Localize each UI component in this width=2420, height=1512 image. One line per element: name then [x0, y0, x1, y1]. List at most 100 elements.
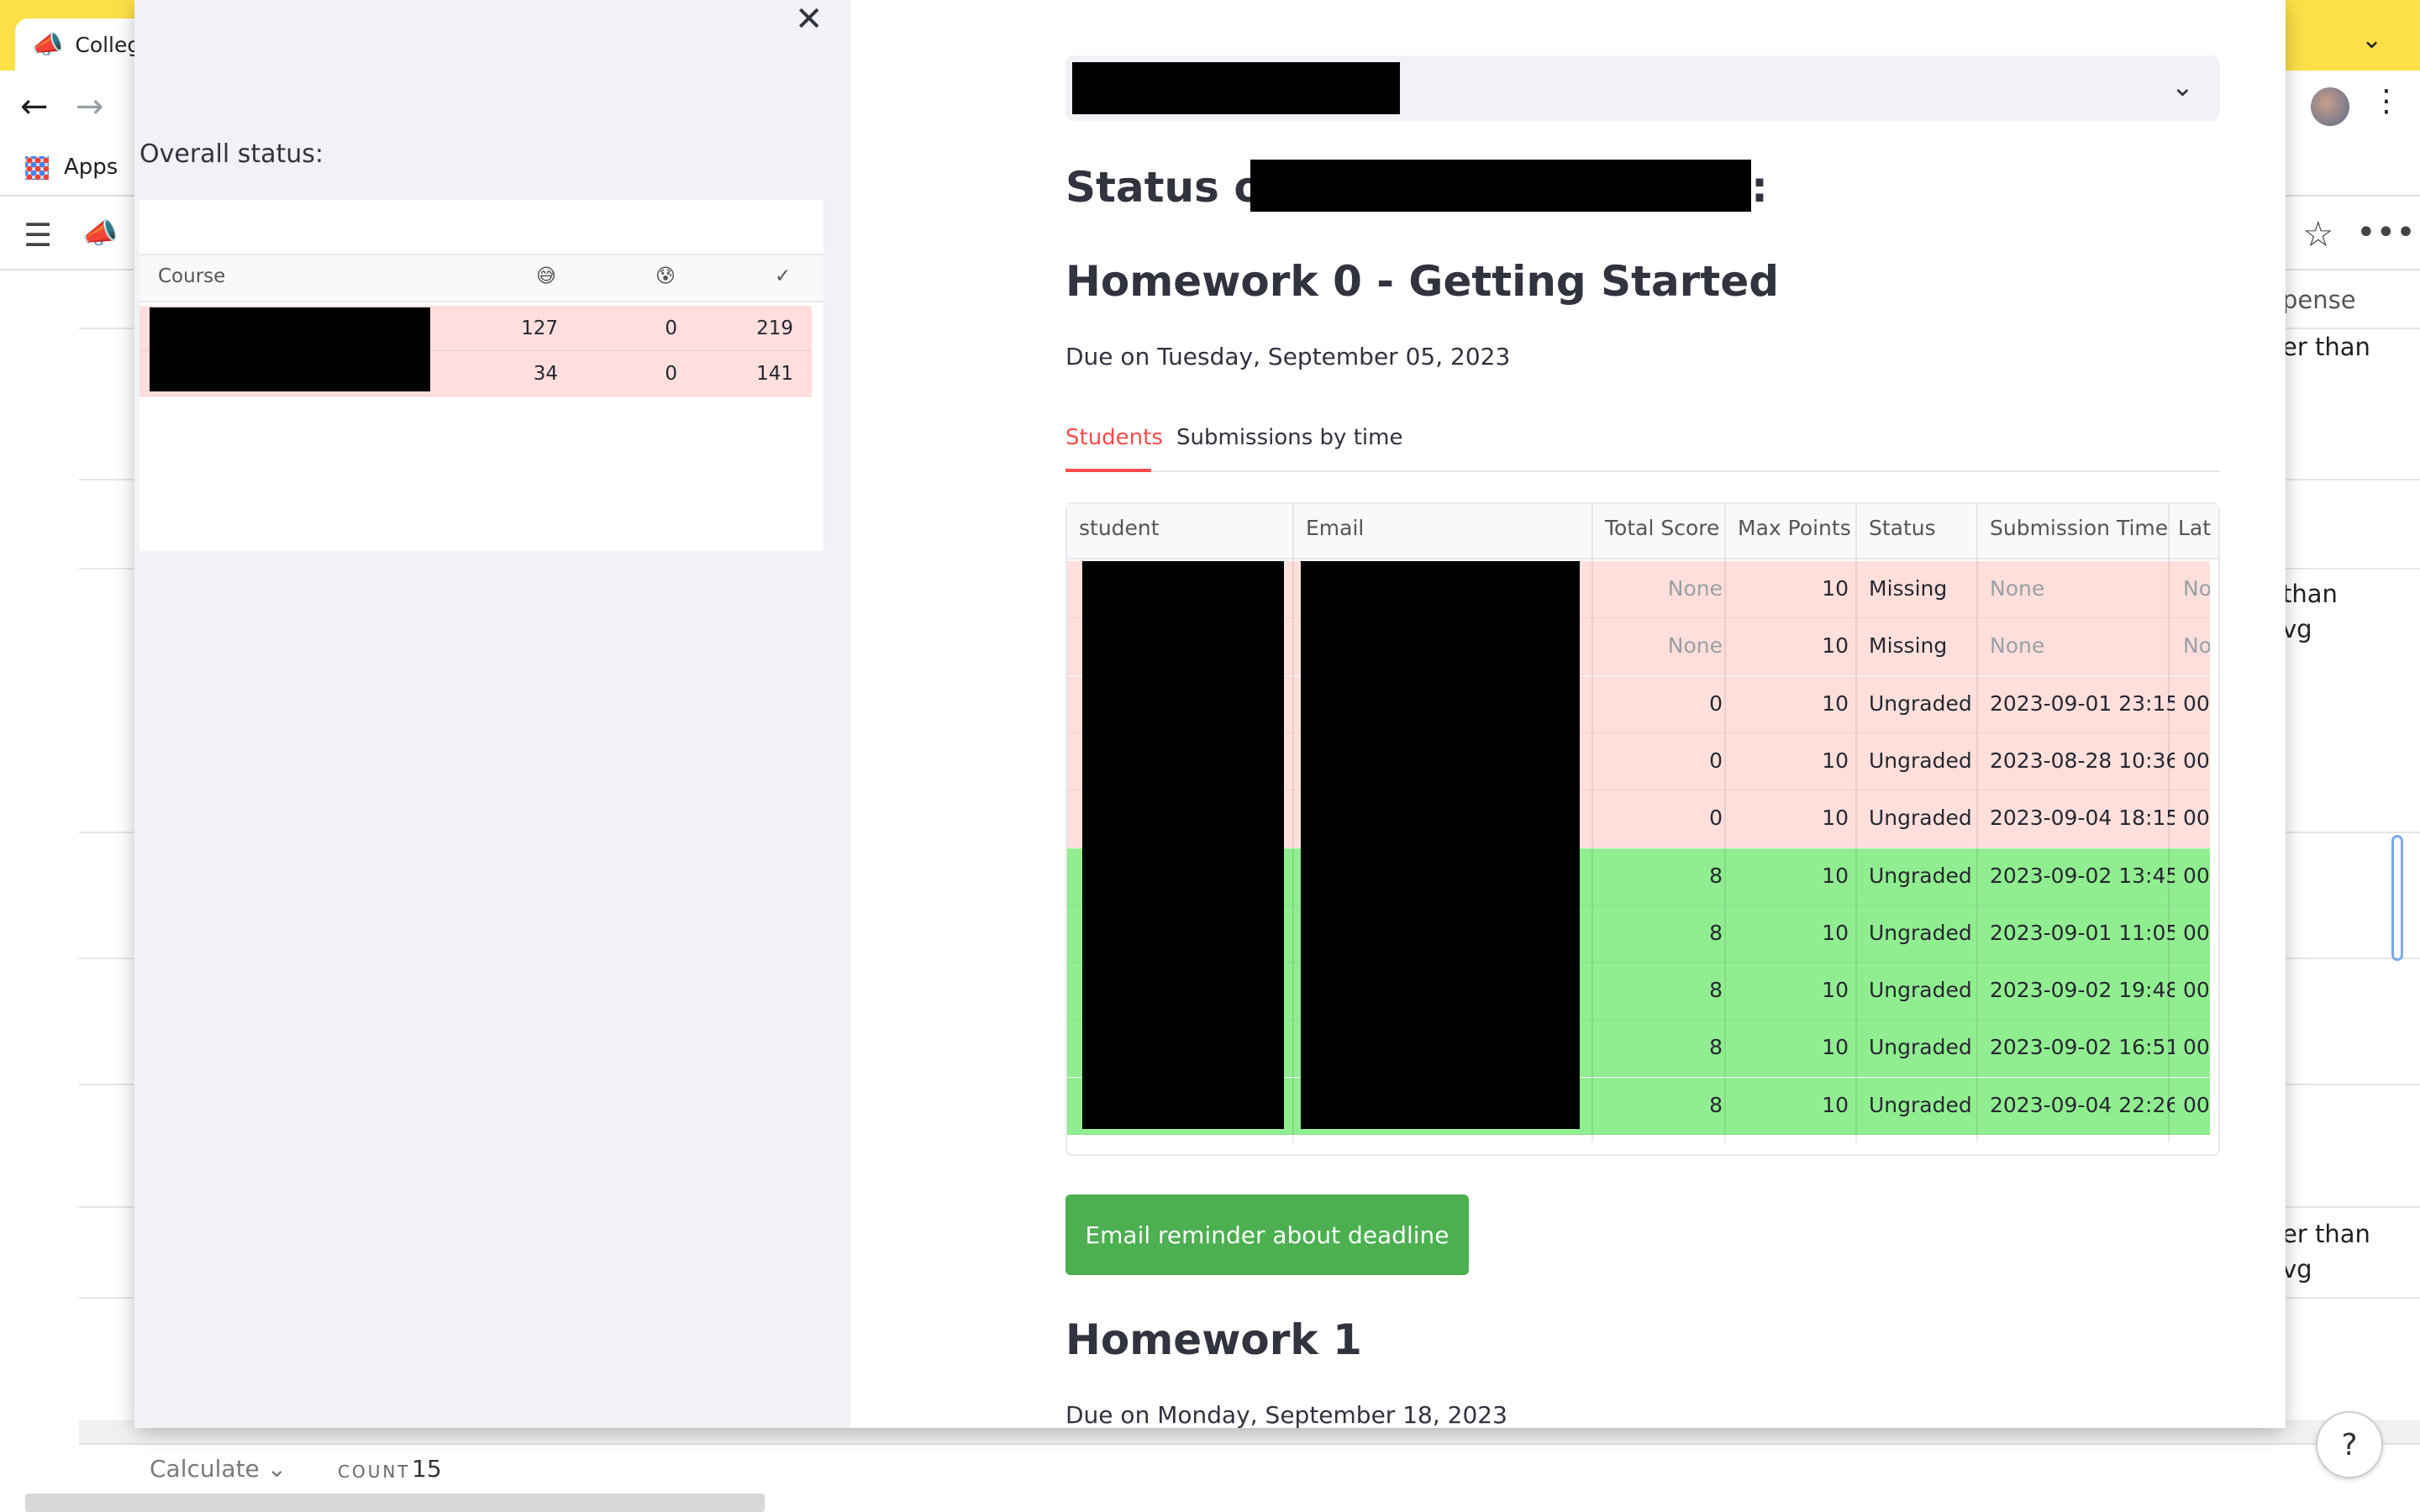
homework-title: Homework 1 [1065, 1315, 1362, 1364]
cell-late: 00: [2183, 1035, 2210, 1060]
cell-text: er than [2282, 333, 2370, 361]
cell-late: 00: [2183, 920, 2210, 945]
cell-time: 2023-09-02 16:51:5 [1990, 1035, 2175, 1060]
redacted-course-names [150, 307, 430, 391]
profile-avatar[interactable] [2311, 87, 2349, 126]
cell-max: 10 [1822, 863, 1849, 888]
megaphone-icon: 📣 [32, 29, 64, 60]
cell-status: Ungraded [1869, 806, 1972, 831]
cell-score: 0 [1709, 690, 1723, 716]
cell-text: er than [2282, 1220, 2370, 1248]
hamburger-icon[interactable]: ☰ [24, 217, 52, 254]
active-tab-indicator [1065, 469, 1151, 472]
cell-max: 10 [1822, 1035, 1849, 1060]
cell-score: 0 [1709, 806, 1723, 831]
cell-status: Ungraded [1869, 1035, 1972, 1060]
star-icon[interactable]: ☆ [2302, 213, 2334, 255]
cell-status: Missing [1869, 633, 1948, 659]
overall-status-label: Overall status: [139, 139, 324, 169]
column-header-email[interactable]: Email [1306, 516, 1364, 540]
more-icon[interactable]: ••• [2356, 213, 2416, 252]
redacted-selection [1072, 62, 1400, 114]
cell-late: 00: [2183, 806, 2210, 831]
summary-column-course[interactable]: Course [158, 265, 225, 287]
cell-score: None [1667, 576, 1723, 601]
cell-late: 00: [2183, 863, 2210, 888]
close-icon[interactable]: ✕ [795, 0, 823, 39]
cell-time: 2023-09-04 18:15:0 [1990, 806, 2175, 831]
column-divider [1855, 504, 1857, 1142]
summary-cell: 0 [665, 318, 677, 339]
cell-status: Ungraded [1869, 920, 1972, 945]
chevron-down-icon[interactable]: ⌄ [2171, 71, 2194, 102]
apps-bookmark[interactable]: Apps [64, 155, 118, 180]
redacted-student-names [1082, 561, 1284, 1129]
cell-time: 2023-09-02 19:48:2 [1990, 978, 2175, 1003]
column-divider [2168, 504, 2170, 1142]
email-reminder-button[interactable]: Email reminder about deadline [1065, 1194, 1469, 1275]
column-header-late[interactable]: Lat [2178, 516, 2212, 540]
column-header-submission-time[interactable]: Submission Time [1990, 516, 2168, 540]
apps-grid-icon[interactable] [25, 156, 49, 180]
cell-max: 10 [1822, 920, 1849, 945]
cell-max: 10 [1822, 1092, 1849, 1117]
redacted-name [1250, 160, 1751, 212]
summary-cell: 34 [533, 363, 558, 385]
cell-text: than [2282, 580, 2338, 608]
summary-cell: 141 [756, 363, 793, 385]
cell-time: 2023-09-04 22:26:3 [1990, 1092, 2175, 1117]
vertical-scrollbar[interactable] [2391, 835, 2403, 961]
cell-status: Ungraded [1869, 748, 1972, 773]
cell-time: 2023-09-01 23:15:5 [1990, 690, 2175, 716]
column-header-student[interactable]: student [1079, 516, 1160, 540]
forward-arrow-icon[interactable]: → [76, 87, 104, 126]
cell-max: 10 [1822, 748, 1849, 773]
cell-status: Missing [1869, 576, 1948, 601]
cell-max: 10 [1822, 576, 1849, 601]
cell-max: 10 [1822, 690, 1849, 716]
column-divider [1591, 504, 1593, 1142]
cell-late: No [2183, 576, 2210, 601]
browser-tab-title: Colleg [75, 32, 141, 57]
homework-title: Homework 0 - Getting Started [1065, 257, 1780, 306]
cell-score: 8 [1709, 1035, 1723, 1060]
browser-menu-icon[interactable]: ⋮ [2371, 84, 2402, 118]
column-header-total-score[interactable]: Total Score [1605, 516, 1719, 540]
cell-score: 8 [1709, 863, 1723, 888]
horizontal-scrollbar[interactable] [25, 1494, 765, 1512]
cell-time: 2023-09-01 11:05:4 [1990, 920, 2175, 945]
summary-column-anxious[interactable]: 😰 [655, 265, 676, 287]
tab-divider [1065, 470, 2220, 472]
summary-header [139, 254, 823, 302]
column-header-max-points[interactable]: Max Points [1738, 516, 1851, 540]
due-date: Due on Tuesday, September 05, 2023 [1065, 343, 1511, 370]
column-header-status[interactable]: Status [1869, 516, 1936, 540]
cell-time: 2023-08-28 10:36:5 [1990, 748, 2175, 773]
cell-score: 0 [1709, 748, 1723, 773]
due-date: Due on Monday, September 18, 2023 [1065, 1401, 1507, 1429]
tab-students[interactable]: Students [1065, 425, 1163, 450]
redacted-emails [1301, 561, 1580, 1129]
cell-max: 10 [1822, 633, 1849, 659]
cell-time: None [1990, 633, 2045, 659]
calculate-dropdown[interactable]: Calculate ⌄ [150, 1455, 287, 1483]
count-label: COUNT [338, 1462, 411, 1482]
status-heading-colon: : [1751, 163, 1768, 212]
tab-search-chevron-icon[interactable]: ⌄ [2361, 25, 2382, 55]
cell-max: 10 [1822, 978, 1849, 1003]
cell-late: No [2183, 633, 2210, 659]
tab-submissions-by-time[interactable]: Submissions by time [1176, 425, 1402, 450]
cell-late: 00: [2183, 690, 2210, 716]
summary-column-sweat[interactable]: 😅 [536, 265, 556, 287]
cell-score: 8 [1709, 1092, 1723, 1117]
cell-status: Ungraded [1869, 690, 1972, 716]
help-button[interactable]: ? [2316, 1411, 2383, 1478]
summary-cell: 219 [756, 318, 793, 339]
cell-time: 2023-09-02 13:45:3 [1990, 863, 2175, 888]
cell-score: 8 [1709, 978, 1723, 1003]
back-arrow-icon[interactable]: ← [20, 87, 49, 126]
megaphone-icon: 📣 [82, 217, 118, 250]
cell-late: 00: [2183, 1092, 2210, 1117]
summary-column-check[interactable]: ✓ [775, 265, 791, 287]
cell-late: 00: [2183, 978, 2210, 1003]
